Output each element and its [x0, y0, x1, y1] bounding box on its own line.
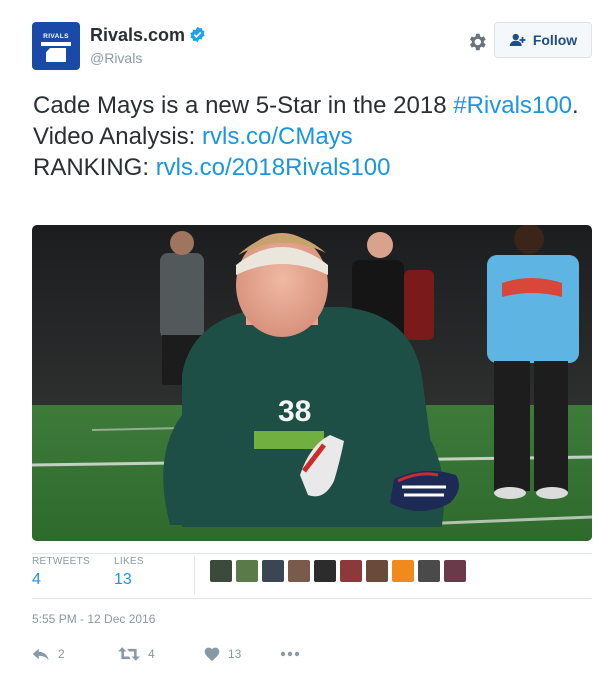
add-user-icon — [509, 33, 526, 46]
liker-8-avatar[interactable] — [392, 560, 414, 582]
likes-label: LIKES — [114, 556, 144, 567]
football-player-photo: 38 — [32, 225, 592, 541]
tweet-line1-end: . — [571, 92, 579, 119]
account-name-block: Rivals.com @Rivals — [90, 25, 206, 66]
divider-bottom — [32, 598, 592, 599]
tweet-stats: RETWEETS 4 LIKES 13 — [32, 556, 592, 594]
retweet-icon — [118, 647, 140, 661]
logo-bar — [41, 42, 71, 46]
retweet-action[interactable]: 4 — [118, 647, 204, 661]
liker-9-avatar[interactable] — [418, 560, 440, 582]
more-action[interactable] — [280, 651, 308, 657]
avatar[interactable]: RIVALS — [32, 22, 80, 70]
stats-separator — [194, 556, 195, 594]
heart-icon — [204, 647, 220, 661]
liker-2-avatar[interactable] — [236, 560, 258, 582]
like-count: 13 — [228, 647, 242, 661]
liker-4-avatar[interactable] — [288, 560, 310, 582]
timestamp[interactable]: 5:55 PM - 12 Dec 2016 — [32, 612, 155, 626]
liker-3-avatar[interactable] — [262, 560, 284, 582]
retweets-count: 4 — [32, 571, 41, 588]
liker-6-avatar[interactable] — [340, 560, 362, 582]
follow-button[interactable]: Follow — [494, 22, 592, 58]
ranking-link[interactable]: rvls.co/2018Rivals100 — [156, 154, 391, 181]
tweet-photo[interactable]: 38 — [32, 225, 592, 541]
more-icon — [280, 651, 300, 657]
tweet-actions: 2 4 13 — [32, 644, 308, 664]
retweets-stat[interactable]: RETWEETS 4 — [32, 556, 90, 589]
gear-icon[interactable] — [466, 31, 488, 53]
likers-avatars — [210, 560, 466, 582]
divider-top — [32, 553, 592, 554]
video-analysis-link[interactable]: rvls.co/CMays — [202, 123, 353, 150]
rivals-logo-text: RIVALS — [43, 33, 69, 40]
hashtag-link[interactable]: #Rivals100 — [453, 92, 572, 119]
video-label: Video Analysis: — [33, 123, 202, 150]
retweet-count: 4 — [148, 647, 155, 661]
liker-10-avatar[interactable] — [444, 560, 466, 582]
handle[interactable]: @Rivals — [90, 50, 206, 66]
follow-label: Follow — [532, 32, 578, 48]
tweet-line1: Cade Mays is a new 5-Star in the 2018 — [33, 92, 454, 119]
tweet-text: Cade Mays is a new 5-Star in the 2018 #R… — [33, 90, 593, 183]
ranking-label: RANKING: — [33, 154, 156, 181]
reply-action[interactable]: 2 — [32, 647, 118, 661]
reply-icon — [32, 648, 49, 660]
logo-shape — [46, 48, 66, 62]
like-action[interactable]: 13 — [204, 647, 280, 661]
liker-7-avatar[interactable] — [366, 560, 388, 582]
liker-1-avatar[interactable] — [210, 560, 232, 582]
reply-count: 2 — [58, 647, 65, 661]
likes-count: 13 — [114, 571, 132, 588]
likes-stat[interactable]: LIKES 13 — [114, 556, 144, 589]
retweets-label: RETWEETS — [32, 556, 90, 567]
display-name[interactable]: Rivals.com — [90, 25, 185, 45]
tweet-header: RIVALS Rivals.com @Rivals Follow — [32, 22, 592, 74]
verified-badge-icon — [189, 26, 206, 48]
liker-5-avatar[interactable] — [314, 560, 336, 582]
jersey-number: 38 — [278, 395, 311, 428]
